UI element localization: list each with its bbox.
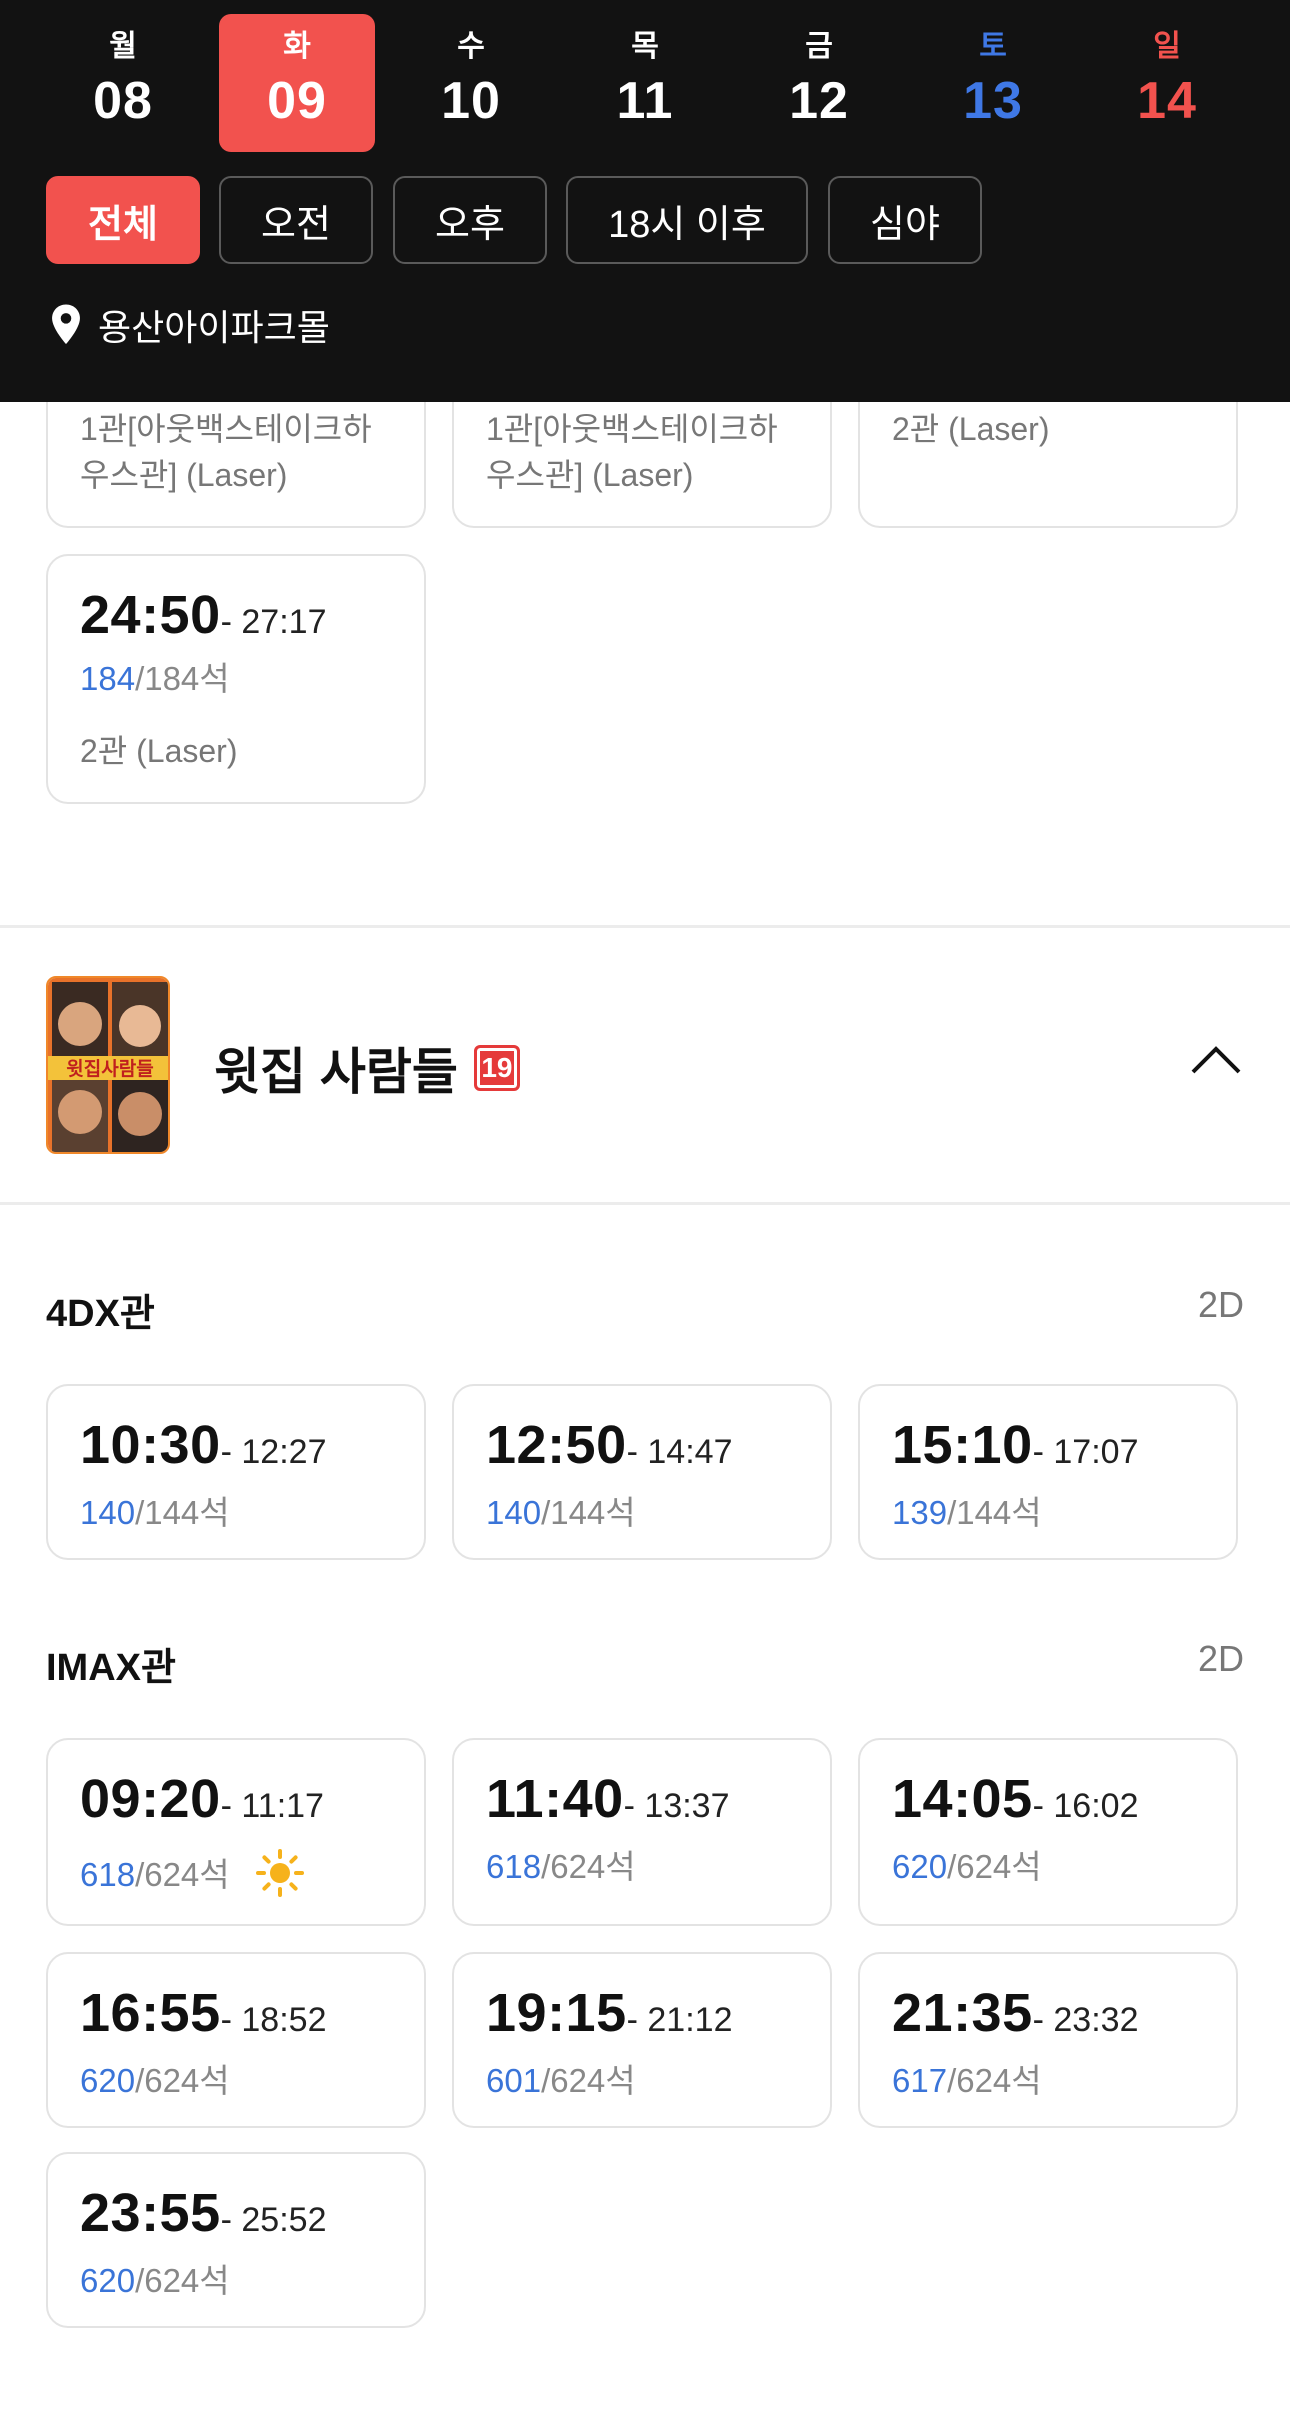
sun-icon (255, 1849, 304, 1898)
top-header: 월08 화09 수10 목11 금12 토13 일14 전체 오전 (0, 0, 1290, 402)
showtime-time: 21:35- 23:32 (892, 1983, 1139, 2043)
showtime-card[interactable]: 14:05- 16:02 620/624석 (858, 1738, 1238, 1926)
showtime-card[interactable]: 16:55- 18:52 620/624석 (46, 1952, 426, 2128)
seat-count: 618/624석 (80, 1848, 305, 1898)
seat-count: 140/144석 (80, 1494, 230, 1531)
format-label: 2D (1197, 1284, 1244, 1325)
hall-type-title: IMAX관 (46, 1647, 176, 1689)
date-item-saturday[interactable]: 토 13 (915, 14, 1071, 152)
filter-after-18[interactable]: 18시 이후 (566, 176, 808, 264)
date-selector: 월 08 화 09 수 10 목 11 금 12 토 13 일 14 (0, 14, 1290, 152)
movie-title: 윗집 사람들 19 (214, 1032, 520, 1104)
filter-all[interactable]: 전체 (46, 176, 200, 264)
hall-name: 2관 (Laser) (80, 733, 238, 769)
showtime-card[interactable]: 10:30- 12:27 140/144석 (46, 1384, 426, 1560)
showtime-card[interactable]: 09:20- 11:17 618/624석 (46, 1738, 426, 1926)
date-item[interactable]: 수 10 (393, 14, 549, 152)
date-item-sunday[interactable]: 일 14 (1089, 14, 1245, 152)
app-root: { "dates": [ {"dow": "월", "num": "08"}, … (0, 0, 1290, 2423)
seat-count: 617/624석 (892, 2062, 1042, 2099)
showtime-time: 16:55- 18:52 (80, 1983, 327, 2043)
seat-count: 620/624석 (892, 1848, 1042, 1885)
showtime-card[interactable]: 24:50- 27:17 184/184석 2관 (Laser) (46, 554, 426, 804)
showtime-time: 19:15- 21:12 (486, 1983, 733, 2043)
movie-poster: 윗집사람들 (46, 976, 170, 1154)
date-item[interactable]: 금 12 (741, 14, 897, 152)
location-pin-icon (52, 304, 80, 345)
hall-type-title: 4DX관 (46, 1293, 155, 1335)
showtime-card[interactable]: 12:50- 14:47 140/144석 (452, 1384, 832, 1560)
showtime-card[interactable]: 19:15- 21:12 601/624석 (452, 1952, 832, 2128)
showtime-time: 10:30- 12:27 (80, 1415, 327, 1475)
showtime-time: 23:55- 25:52 (80, 2183, 327, 2243)
format-label: 2D (1197, 1638, 1244, 1679)
svg-text:윗집사람들: 윗집사람들 (66, 1058, 153, 1080)
showtime-time: 11:40- 13:37 (486, 1769, 730, 1829)
date-item[interactable]: 월 08 (45, 14, 201, 152)
filter-late-night[interactable]: 심야 (828, 176, 982, 264)
showtime-card[interactable]: 23:55- 25:52 620/624석 (46, 2152, 426, 2328)
showtime-time: 09:20- 11:17 (80, 1769, 324, 1829)
filter-morning[interactable]: 오전 (219, 176, 373, 264)
showtime-card[interactable]: 15:10- 17:07 139/144석 (858, 1384, 1238, 1560)
seat-count: 140/144석 (486, 1494, 636, 1531)
theater-location[interactable]: 용산아이파크몰 (48, 300, 330, 350)
filter-afternoon[interactable]: 오후 (393, 176, 547, 264)
time-filter-bar: 전체 오전 오후 18시 이후 심야 (0, 176, 1290, 264)
showtime-time: 12:50- 14:47 (486, 1415, 733, 1475)
seat-count: 139/144석 (892, 1494, 1042, 1531)
showtime-card[interactable]: 11:40- 13:37 618/624석 (452, 1738, 832, 1926)
seat-count: 620/624석 (80, 2262, 230, 2299)
section-divider (0, 1202, 1290, 1205)
showtime-time: 14:05- 16:02 (892, 1769, 1139, 1829)
theater-name: 용산아이파크몰 (98, 307, 330, 348)
hall-name: 1관[아웃백스테이크하 우스관] (Laser) (486, 411, 778, 493)
showtime-time: 15:10- 17:07 (892, 1415, 1139, 1475)
age-rating-badge: 19 (473, 1045, 520, 1091)
movie-header[interactable]: 윗집사람들 윗집 사람들 19 (0, 926, 1290, 1202)
chevron-up-icon[interactable] (1190, 1044, 1242, 1076)
date-item-selected[interactable]: 화 09 (219, 14, 375, 152)
showtime-time: 24:50- 27:17 (80, 585, 327, 645)
seat-count: 618/624석 (486, 1848, 636, 1885)
seat-count: 184/184석 (80, 660, 230, 697)
hall-name: 1관[아웃백스테이크하 우스관] (Laser) (80, 411, 372, 493)
hall-name: 2관 (Laser) (892, 411, 1050, 447)
seat-count: 601/624석 (486, 2062, 636, 2099)
seat-count: 620/624석 (80, 2062, 230, 2099)
date-item[interactable]: 목 11 (567, 14, 723, 152)
showtime-card[interactable]: 21:35- 23:32 617/624석 (858, 1952, 1238, 2128)
